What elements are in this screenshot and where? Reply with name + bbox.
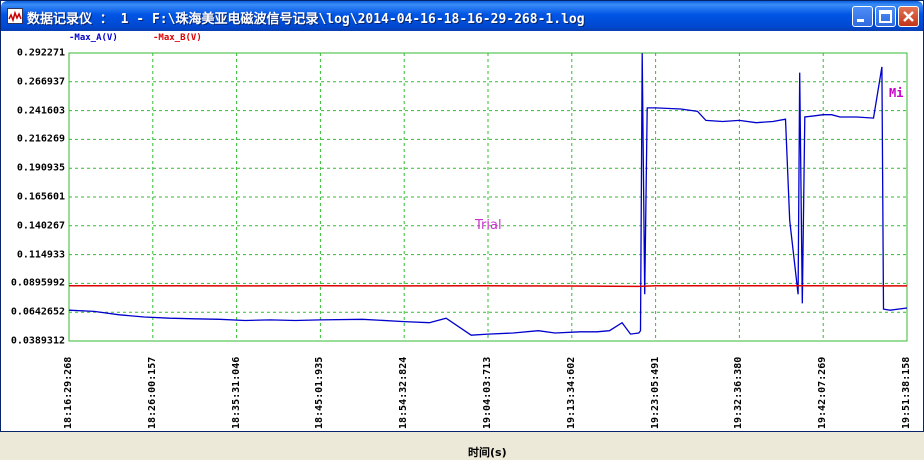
y-tick-label: 0.140267	[16, 220, 65, 232]
y-tick-label: 0.165601	[16, 191, 65, 203]
y-tick-label: 0.292271	[16, 47, 65, 59]
x-tick-label: 18:54:32:824	[398, 356, 410, 429]
x-tick-label: 18:26:00:157	[146, 356, 158, 429]
x-axis-label: 时间(s)	[468, 446, 507, 459]
minimize-button[interactable]	[852, 6, 873, 27]
x-tick-label: 18:16:29:268	[63, 356, 74, 429]
title-bar[interactable]: 数据记录仪 ： 1 - F:\珠海美亚电磁波信号记录\log\2014-04-1…	[1, 1, 923, 31]
x-tick-label: 19:13:34:602	[565, 356, 577, 429]
minimize-icon	[857, 19, 864, 22]
app-icon	[7, 8, 23, 24]
x-tick-label: 19:32:36:380	[733, 356, 745, 429]
chart-area[interactable]: -Max_A(V) -Max_B(V) 0.292271 0.266937 0.24…	[1, 31, 923, 459]
x-tick-label: 18:45:01:935	[314, 356, 326, 429]
y-tick-label: 0.216269	[16, 133, 65, 145]
y-tick-label: 0.0389312	[10, 335, 65, 347]
x-tick-label: 19:23:05:491	[649, 356, 661, 429]
close-button[interactable]	[898, 6, 919, 27]
app-window: 数据记录仪 ： 1 - F:\珠海美亚电磁波信号记录\log\2014-04-1…	[0, 0, 924, 459]
series-line-max-b	[68, 284, 908, 288]
trial-watermark: Trial	[475, 218, 502, 233]
y-tick-label: 0.190935	[16, 162, 65, 174]
close-icon	[903, 11, 914, 22]
line-chart[interactable]	[1, 31, 923, 431]
maximize-icon	[879, 10, 892, 23]
y-tick-label: 0.0895992	[10, 277, 65, 289]
maximize-button[interactable]	[875, 6, 896, 27]
y-tick-label: 0.114933	[16, 249, 65, 261]
mi-label: Mi	[889, 86, 904, 100]
window-title: 数据记录仪 ： 1 - F:\珠海美亚电磁波信号记录\log\2014-04-1…	[27, 12, 585, 27]
x-tick-label: 19:42:07:269	[817, 356, 829, 429]
y-tick-label: 0.266937	[16, 76, 65, 88]
y-tick-label: 0.241603	[16, 105, 65, 117]
x-tick-label: 19:04:03:713	[482, 356, 493, 429]
x-tick-label: 18:35:31:046	[230, 356, 242, 429]
y-tick-label: 0.0642652	[10, 306, 65, 318]
x-tick-label: 19:51:38:158	[901, 356, 912, 429]
